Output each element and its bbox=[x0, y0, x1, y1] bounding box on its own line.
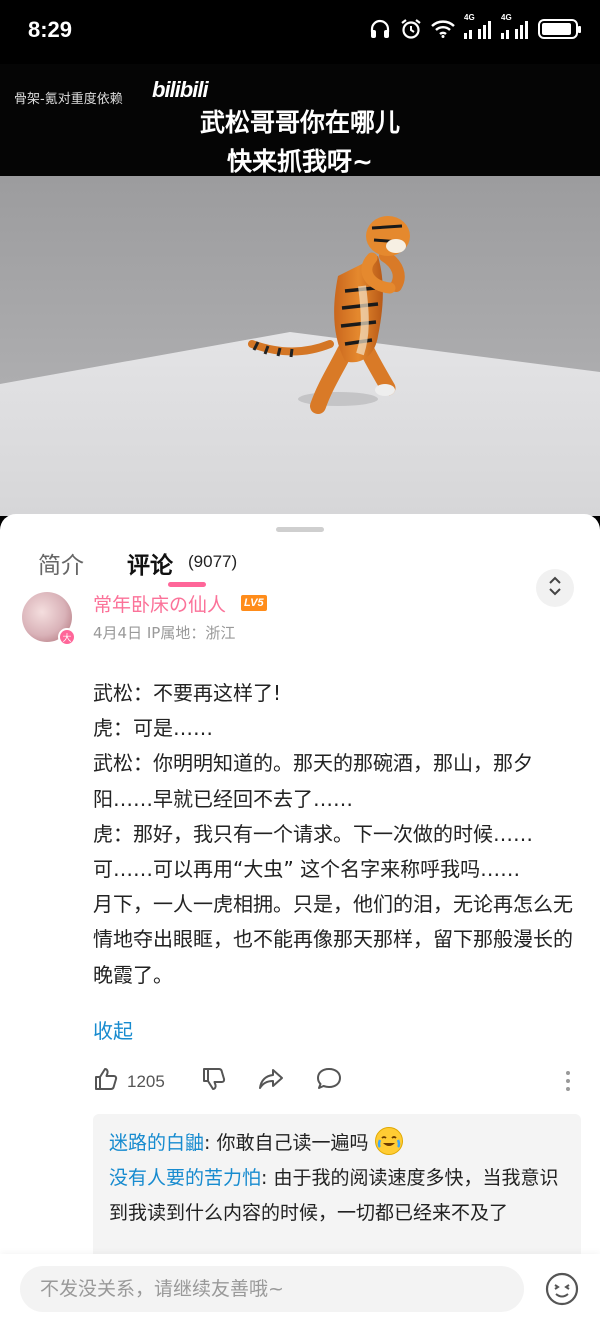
tiger-dance-scene bbox=[0, 176, 600, 516]
dislike-button[interactable] bbox=[201, 1066, 227, 1097]
comments-sheet: 简介 评论 (9077) 大 常年卧床の仙人 LV5 4月4日 IP属地：浙江 … bbox=[0, 514, 600, 1254]
crying-laugh-emoji-icon bbox=[374, 1127, 403, 1155]
emoji-face-icon bbox=[544, 1272, 580, 1311]
headphones-icon bbox=[369, 19, 391, 39]
alarm-icon bbox=[400, 18, 422, 40]
status-icons: 4G 4G bbox=[369, 13, 581, 40]
status-time: 8:29 bbox=[28, 17, 73, 42]
reply-item: 迷路的白鼬: 你敢自己读一遍吗 bbox=[109, 1126, 565, 1161]
reply-text: : 你敢自己读一遍吗 bbox=[204, 1132, 375, 1154]
tab-comments[interactable]: 评论 bbox=[127, 546, 173, 580]
video-subtitle-line2: 快来抓我呀~ bbox=[227, 147, 373, 176]
active-tab-indicator bbox=[168, 582, 206, 587]
more-options-button[interactable] bbox=[565, 1070, 571, 1096]
level-badge: LV5 bbox=[241, 595, 267, 611]
comment-meta: 4月4日 IP属地：浙江 bbox=[93, 624, 236, 642]
battery-icon bbox=[538, 19, 581, 39]
avatar-badge: 大 bbox=[58, 628, 76, 646]
sort-chevrons-icon bbox=[547, 575, 563, 601]
reply-button[interactable] bbox=[315, 1066, 343, 1097]
comment-line: 虎：那好，我只有一个请求。下一次做的时候……可……可以再用“大虫” 这个名字来称… bbox=[93, 821, 533, 882]
reply-input[interactable] bbox=[20, 1266, 524, 1312]
reply-username[interactable]: 迷路的白鼬 bbox=[109, 1132, 204, 1154]
collapse-link[interactable]: 收起 bbox=[93, 1015, 133, 1044]
tab-intro[interactable]: 简介 bbox=[38, 546, 84, 580]
comments-count: (9077) bbox=[188, 552, 238, 571]
cellular-signal-2-icon: 4G bbox=[501, 13, 529, 39]
emoji-button[interactable] bbox=[544, 1271, 580, 1307]
comment-username[interactable]: 常年卧床の仙人 bbox=[93, 590, 226, 617]
avatar[interactable]: 大 bbox=[22, 592, 76, 646]
thumbs-down-icon bbox=[201, 1066, 227, 1097]
reply-preview-box[interactable]: 迷路的白鼬: 你敢自己读一遍吗 没有人要的苦力怕: 由于我的阅读速度多快，当我意… bbox=[93, 1114, 581, 1254]
wifi-icon bbox=[431, 20, 455, 38]
like-count: 1205 bbox=[127, 1071, 165, 1091]
vertical-dots-icon bbox=[565, 1071, 571, 1096]
comment-actions: 1205 bbox=[93, 1066, 585, 1096]
sort-button[interactable] bbox=[536, 569, 574, 607]
status-bar: 8:29 4G 4G bbox=[0, 0, 600, 64]
thumbs-up-icon bbox=[93, 1066, 119, 1097]
tab-bar: 简介 评论 (9077) bbox=[0, 542, 600, 607]
drag-handle[interactable] bbox=[276, 527, 324, 532]
video-player[interactable]: 骨架-氪对重度依赖 bilibili 武松哥哥你在哪儿 快来抓我呀~ bbox=[0, 64, 600, 516]
share-button[interactable] bbox=[257, 1066, 285, 1097]
comment-body: 武松：不要再这样了! 虎：可是…… 武松：你明明知道的。那天的那碗酒，那山，那夕… bbox=[93, 676, 585, 993]
bilibili-logo: bilibili bbox=[152, 77, 209, 102]
reply-input-bar bbox=[0, 1254, 600, 1324]
network-type-2: 4G bbox=[501, 13, 512, 22]
network-type-1: 4G bbox=[464, 13, 475, 22]
like-button[interactable]: 1205 bbox=[93, 1066, 165, 1097]
comment-line: 武松：不要再这样了! bbox=[93, 681, 282, 705]
comment-line: 月下，一人一虎相拥。只是，他们的泪，无论再怎么无情地夺出眼眶，也不能再像那天那样… bbox=[93, 892, 573, 987]
share-icon bbox=[257, 1066, 285, 1097]
video-subtitle-line1: 武松哥哥你在哪儿 bbox=[199, 108, 400, 137]
comment-line: 虎：可是…… bbox=[93, 716, 213, 741]
cellular-signal-1-icon: 4G bbox=[464, 13, 492, 39]
reply-username[interactable]: 没有人要的苦力怕 bbox=[109, 1167, 261, 1189]
reply-item: 没有人要的苦力怕: 由于我的阅读速度多快，当我意识到我读到什么内容的时候，一切都… bbox=[109, 1161, 565, 1231]
comment-bubble-icon bbox=[315, 1066, 343, 1097]
comment-line: 武松：你明明知道的。那天的那碗酒，那山，那夕阳……早就已经回不去了…… bbox=[93, 751, 533, 811]
